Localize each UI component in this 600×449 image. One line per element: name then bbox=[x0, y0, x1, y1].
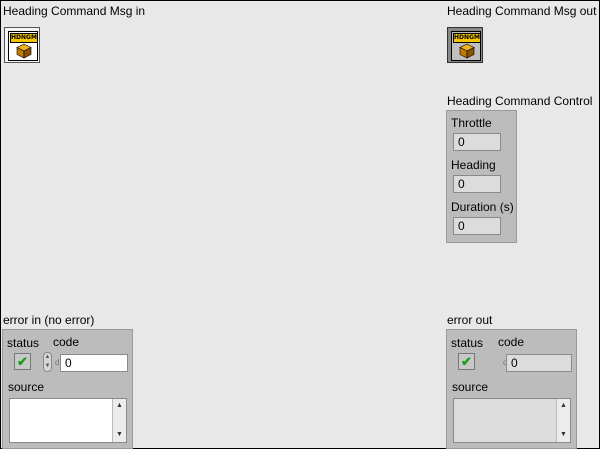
duration-field[interactable]: 0 bbox=[453, 217, 501, 235]
throttle-field[interactable]: 0 bbox=[453, 133, 501, 151]
error-in-cluster: status code ✔ ▲ ▼ d 0 source ▲ ▼ bbox=[2, 329, 133, 449]
msg-in-label: Heading Command Msg in bbox=[3, 4, 146, 18]
error-out-code-field: 0 bbox=[506, 354, 572, 372]
msg-in-tag: HDNGM bbox=[10, 33, 38, 43]
error-out-status-label: status bbox=[451, 336, 484, 350]
scroll-down-icon[interactable]: ▼ bbox=[557, 429, 570, 441]
error-out-label: error out bbox=[447, 313, 493, 327]
cube-icon bbox=[16, 43, 32, 59]
msg-out-label: Heading Command Msg out bbox=[447, 4, 597, 18]
heading-field[interactable]: 0 bbox=[453, 175, 501, 193]
error-out-status-indicator: ✔ bbox=[458, 353, 475, 370]
error-out-code-label: code bbox=[498, 335, 525, 349]
error-in-code-spinner[interactable]: ▲ ▼ bbox=[43, 352, 52, 372]
error-out-source-label: source bbox=[452, 380, 489, 394]
error-in-source-scrollbar[interactable]: ▲ ▼ bbox=[112, 399, 126, 442]
scroll-up-icon[interactable]: ▲ bbox=[113, 400, 126, 412]
error-in-source-label: source bbox=[8, 380, 45, 394]
duration-label: Duration (s) bbox=[451, 200, 514, 214]
error-in-code-label: code bbox=[53, 335, 80, 349]
error-out-cluster: status code ✔ d 0 source ▲ ▼ bbox=[446, 329, 577, 449]
error-in-status-label: status bbox=[7, 336, 40, 350]
error-out-source-scrollbar[interactable]: ▲ ▼ bbox=[556, 399, 570, 442]
heading-label: Heading bbox=[451, 158, 496, 172]
control-cluster: Throttle 0 Heading 0 Duration (s) 0 bbox=[446, 110, 517, 243]
msg-out-plate: HDNGM bbox=[451, 31, 481, 61]
scroll-up-icon[interactable]: ▲ bbox=[557, 400, 570, 412]
cube-icon bbox=[459, 43, 475, 59]
throttle-label: Throttle bbox=[451, 116, 492, 130]
msg-in-plate: HDNGM bbox=[8, 31, 38, 61]
radix-label: d bbox=[55, 358, 60, 367]
error-out-source-field[interactable]: ▲ ▼ bbox=[453, 398, 571, 443]
error-in-code-field[interactable]: 0 bbox=[60, 354, 128, 372]
error-in-source-field[interactable]: ▲ ▼ bbox=[9, 398, 127, 443]
msg-in-terminal[interactable]: HDNGM bbox=[4, 27, 40, 63]
front-panel: Heading Command Msg in HDNGM Heading Com… bbox=[0, 0, 600, 449]
error-in-label: error in (no error) bbox=[3, 313, 95, 327]
msg-out-tag: HDNGM bbox=[453, 33, 481, 43]
control-label: Heading Command Control bbox=[447, 94, 593, 108]
error-in-status-checkbox[interactable]: ✔ bbox=[14, 353, 31, 370]
scroll-down-icon[interactable]: ▼ bbox=[113, 429, 126, 441]
msg-out-terminal[interactable]: HDNGM bbox=[447, 27, 483, 63]
